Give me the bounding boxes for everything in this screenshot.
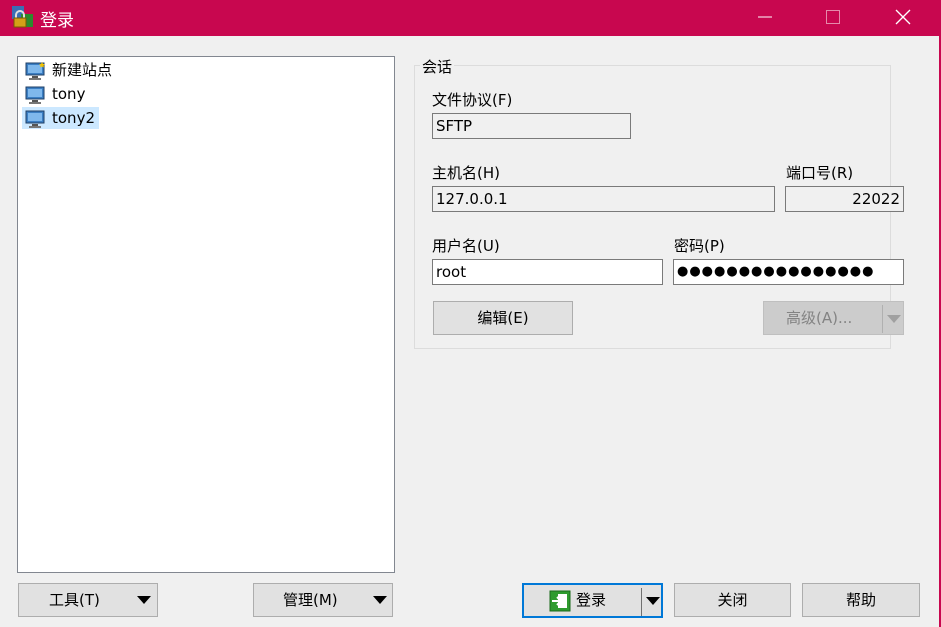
tools-button-label: 工具(T) — [49, 591, 100, 609]
split-separator — [882, 305, 883, 333]
title-bar[interactable]: 登录 — [0, 0, 941, 36]
close-button[interactable]: 关闭 — [674, 583, 791, 617]
manage-button-label: 管理(M) — [283, 591, 338, 609]
edit-button[interactable]: 编辑(E) — [433, 301, 573, 335]
close-icon — [895, 9, 911, 25]
monitor-icon — [25, 86, 45, 104]
dropdown-arrow-icon — [137, 596, 151, 604]
host-label: 主机名(H) — [432, 164, 500, 182]
manage-button[interactable]: 管理(M) — [253, 583, 393, 617]
maximize-icon — [826, 10, 840, 24]
advanced-button[interactable]: 高级(A)... — [763, 301, 904, 335]
advanced-button-label: 高级(A)... — [786, 309, 853, 327]
site-tree[interactable]: 新建站点 tony tony2 — [17, 56, 395, 573]
split-separator — [641, 588, 642, 616]
password-label: 密码(P) — [674, 237, 725, 255]
tree-item-tony2[interactable]: tony2 — [22, 107, 99, 129]
password-input[interactable]: ●●●●●●●●●●●●●●●● — [673, 259, 904, 285]
session-group-label: 会话 — [420, 56, 455, 77]
login-button-label: 登录 — [576, 591, 607, 609]
help-button-label: 帮助 — [845, 591, 876, 609]
edit-button-label: 编辑(E) — [477, 309, 529, 327]
new-site-icon — [25, 62, 45, 80]
port-label: 端口号(R) — [786, 164, 854, 182]
close-window-button[interactable] — [880, 0, 926, 34]
help-button[interactable]: 帮助 — [802, 583, 920, 617]
tree-item-tony[interactable]: tony — [22, 83, 89, 105]
minimize-button[interactable] — [742, 0, 788, 34]
window-title: 登录 — [40, 11, 74, 31]
close-button-label: 关闭 — [717, 591, 748, 609]
tree-item-label: tony2 — [52, 109, 95, 127]
dropdown-arrow-icon — [887, 315, 901, 323]
minimize-icon — [758, 16, 772, 18]
tree-item-label: tony — [52, 85, 86, 103]
username-label: 用户名(U) — [432, 237, 500, 255]
monitor-icon — [25, 110, 45, 128]
protocol-select[interactable]: SFTP — [432, 113, 631, 139]
dropdown-arrow-icon — [646, 597, 660, 605]
host-input[interactable]: 127.0.0.1 — [432, 186, 775, 212]
tree-item-label: 新建站点 — [52, 61, 113, 79]
dropdown-arrow-icon — [373, 596, 387, 604]
port-input[interactable]: 22022 — [785, 186, 904, 212]
login-button[interactable]: 登录 — [522, 583, 663, 618]
maximize-button[interactable] — [810, 0, 856, 34]
tree-item-new-site[interactable]: 新建站点 — [22, 59, 116, 81]
username-input[interactable]: root — [432, 259, 663, 285]
winscp-icon — [12, 6, 33, 28]
tools-button[interactable]: 工具(T) — [18, 583, 158, 617]
protocol-label: 文件协议(F) — [432, 91, 513, 109]
login-icon — [549, 590, 571, 612]
